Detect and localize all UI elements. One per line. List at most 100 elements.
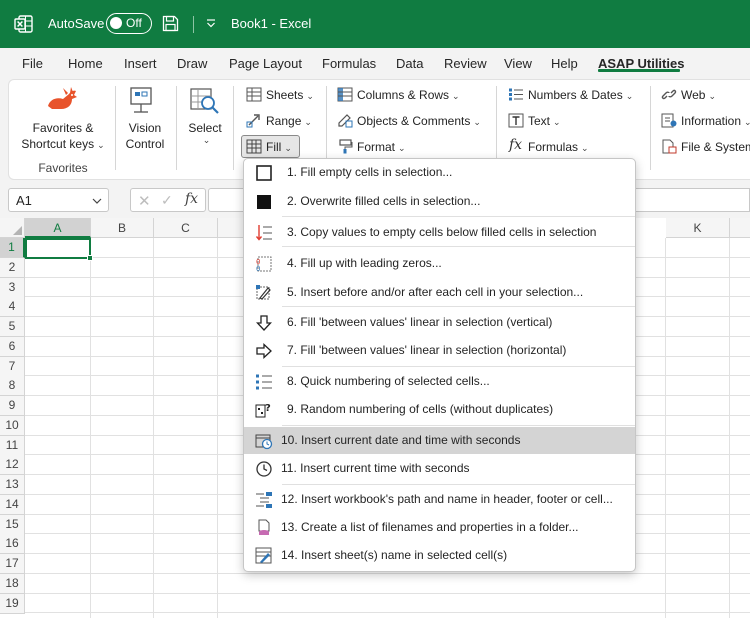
information-button[interactable]: Information ⌄ [681, 114, 750, 128]
menu-item-overwrite-filled-cells[interactable]: 2. Overwrite filled cells in selection..… [244, 188, 635, 215]
row-header[interactable]: 9 [0, 396, 25, 416]
tab-formulas[interactable]: Formulas [322, 56, 376, 71]
row-header[interactable]: 18 [0, 574, 25, 594]
tab-review[interactable]: Review [444, 56, 487, 71]
gridline [25, 612, 750, 613]
menu-item-fill-between-vertical[interactable]: 6. Fill 'between values' linear in selec… [244, 309, 635, 336]
active-tab-indicator [598, 69, 680, 72]
tab-view[interactable]: View [504, 56, 532, 71]
vision-control-button[interactable]: Vision Control [116, 121, 174, 151]
favorites-group-label: Favorites [38, 161, 88, 175]
gridline [25, 573, 750, 574]
tab-data[interactable]: Data [396, 56, 423, 71]
insert-function-icon[interactable]: fx [185, 191, 198, 207]
objects-comments-button[interactable]: Objects & Comments ⌄ [357, 114, 481, 128]
menu-item-fill-empty-cells[interactable]: 1. Fill empty cells in selection... [244, 159, 635, 186]
information-icon [661, 113, 677, 128]
column-header-hidden[interactable] [218, 218, 244, 238]
tab-insert[interactable]: Insert [124, 56, 157, 71]
row-header[interactable]: 5 [0, 317, 25, 337]
tab-file[interactable]: File [22, 56, 43, 71]
column-header-c[interactable]: C [154, 218, 218, 238]
columns-rows-label: Columns & Rows [357, 88, 450, 102]
name-box[interactable]: A1 [8, 188, 109, 212]
menu-item-insert-time-seconds[interactable]: 11. Insert current time with seconds [244, 455, 635, 482]
columns-rows-button[interactable]: Columns & Rows ⌄ [357, 88, 460, 102]
active-cell-a1[interactable] [25, 238, 93, 261]
column-header-a[interactable]: A [25, 218, 91, 238]
select-magnifier-icon [190, 88, 219, 114]
information-label: Information [681, 114, 742, 128]
menu-item-insert-workbook-path[interactable]: 12. Insert workbook's path and name in h… [244, 486, 635, 513]
row-header[interactable]: 19 [0, 594, 25, 614]
chevron-down-icon: ⌄ [473, 117, 481, 127]
row-header[interactable]: 11 [0, 436, 25, 456]
autosave-toggle[interactable]: Off [106, 13, 152, 34]
row-header[interactable]: 2 [0, 258, 25, 278]
chevron-down-icon: ⌄ [97, 140, 105, 150]
menu-item-quick-numbering[interactable]: 8. Quick numbering of selected cells... [244, 368, 635, 395]
menu-item-insert-sheet-name[interactable]: 14. Insert sheet(s) name in selected cel… [244, 542, 635, 569]
random-number-icon: ? [255, 403, 271, 418]
row-header[interactable]: 14 [0, 495, 25, 515]
select-button[interactable]: Select ⌄ [178, 121, 232, 146]
column-header-b[interactable]: B [91, 218, 154, 238]
row-header[interactable]: 8 [0, 376, 25, 396]
menu-item-list-filenames[interactable]: 13. Create a list of filenames and prope… [244, 514, 635, 541]
enter-check-icon[interactable]: ✓ [161, 192, 173, 209]
objects-comments-label: Objects & Comments [357, 114, 471, 128]
formulas-button[interactable]: Formulas ⌄ [528, 140, 589, 154]
menu-item-random-numbering[interactable]: ? 9. Random numbering of cells (without … [244, 396, 635, 423]
format-button[interactable]: Format ⌄ [357, 140, 406, 154]
row-header[interactable]: 15 [0, 515, 25, 535]
file-system-icon [662, 139, 677, 154]
row-header[interactable]: 1 [0, 238, 25, 258]
row-header[interactable]: 13 [0, 475, 25, 495]
numbers-dates-button[interactable]: Numbers & Dates ⌄ [528, 88, 633, 102]
tab-draw[interactable]: Draw [177, 56, 207, 71]
row-header[interactable]: 6 [0, 337, 25, 357]
row-header[interactable]: 17 [0, 554, 25, 574]
insert-text-icon [256, 285, 271, 300]
ribbon-tabs: File Home Insert Draw Page Layout Formul… [0, 48, 750, 78]
cancel-icon[interactable]: ✕ [138, 192, 151, 210]
sheets-icon [246, 87, 262, 102]
file-system-button[interactable]: File & System [681, 140, 750, 154]
web-button[interactable]: Web ⌄ [681, 88, 716, 102]
menu-item-insert-before-after[interactable]: 5. Insert before and/or after each cell … [244, 279, 635, 306]
text-button[interactable]: Text ⌄ [528, 114, 561, 128]
chevron-down-icon[interactable] [92, 197, 102, 205]
row-header[interactable]: 7 [0, 357, 25, 377]
calendar-clock-icon [255, 434, 273, 450]
formula-buttons: ✕ ✓ fx [130, 188, 206, 212]
menu-item-copy-values-down[interactable]: 3. Copy values to empty cells below fill… [244, 219, 635, 246]
row-header[interactable]: 10 [0, 416, 25, 436]
menu-item-leading-zeros[interactable]: 0 0 4. Fill up with leading zeros... [244, 250, 635, 277]
menu-item-label: 5. Insert before and/or after each cell … [287, 285, 584, 299]
autosave-label: AutoSave [48, 16, 105, 31]
row-header[interactable]: 4 [0, 297, 25, 317]
title-separator [193, 16, 194, 33]
menu-item-fill-between-horizontal[interactable]: 7. Fill 'between values' linear in selec… [244, 337, 635, 364]
tab-page-layout[interactable]: Page Layout [229, 56, 302, 71]
row-header[interactable]: 3 [0, 278, 25, 298]
favorites-button[interactable]: Favorites & Shortcut keys ⌄ [10, 121, 116, 151]
web-icon [661, 89, 677, 100]
sheets-button[interactable]: Sheets ⌄ [266, 88, 314, 102]
column-header-k[interactable]: K [666, 218, 730, 238]
fill-handle[interactable] [87, 255, 93, 261]
tab-home[interactable]: Home [68, 56, 103, 71]
tab-help[interactable]: Help [551, 56, 578, 71]
row-header[interactable]: 16 [0, 534, 25, 554]
title-bar: AutoSave Off Book1 - Excel [0, 0, 750, 48]
web-label: Web [681, 88, 706, 102]
favorites-label-2: Shortcut keys [21, 137, 95, 151]
save-icon[interactable] [162, 15, 179, 32]
gridline [665, 238, 666, 618]
menu-item-insert-date-time-seconds[interactable]: 10. Insert current date and time with se… [244, 427, 635, 454]
range-button[interactable]: Range ⌄ [266, 114, 312, 128]
row-header[interactable]: 12 [0, 455, 25, 475]
gridline [25, 593, 750, 594]
customize-qat-icon[interactable] [205, 17, 217, 29]
column-header-l[interactable] [730, 218, 750, 238]
